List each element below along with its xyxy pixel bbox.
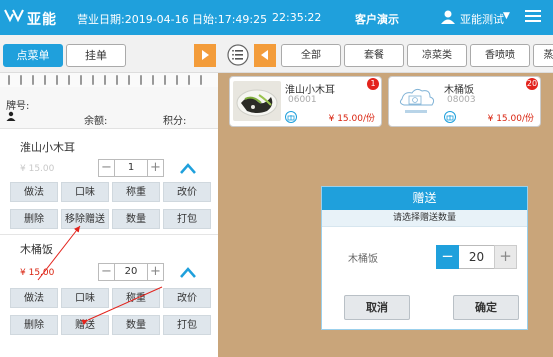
quantity-button[interactable]: 数量	[112, 315, 160, 335]
category-steamed[interactable]: 蒸	[533, 44, 553, 67]
chevron-up-icon[interactable]	[178, 162, 198, 176]
tab-order[interactable]: 点菜单	[3, 44, 63, 67]
category-cold-dish[interactable]: 凉菜类	[407, 44, 467, 67]
pack-button[interactable]: 打包	[163, 209, 211, 229]
logo-icon	[4, 9, 24, 23]
order-panel: 点菜单 挂单 牌号: 余额: 积分: 淮山小木耳 ¥ 15.00 − 1 + 做…	[0, 35, 218, 357]
product-card[interactable]: 木桶饭 08003 ¥ 15.00/份 20	[388, 76, 541, 127]
quantity-badge: 20	[526, 78, 538, 90]
delete-button[interactable]: 删除	[10, 315, 58, 335]
product-card[interactable]: 淮山小木耳 06001 ¥ 15.00/份 1	[229, 76, 382, 127]
decrease-button[interactable]: −	[99, 264, 115, 280]
category-fragrant[interactable]: 香喷喷	[470, 44, 530, 67]
decrease-button[interactable]: −	[99, 160, 115, 176]
product-code: 06001	[288, 95, 317, 105]
product-code: 08003	[447, 95, 476, 105]
product-price: ¥ 15.00/份	[328, 114, 375, 124]
product-name: 淮山小木耳	[285, 85, 335, 96]
chevron-up-icon[interactable]	[178, 266, 198, 280]
dish-image	[233, 81, 281, 121]
quantity-badge: 1	[367, 78, 379, 90]
dialog-decrease-button[interactable]: −	[436, 245, 459, 269]
quantity-button[interactable]: 数量	[112, 209, 160, 229]
order-item-price: ¥ 15.00	[20, 268, 55, 278]
business-date: 营业日期:2019-04-16	[77, 13, 189, 26]
top-bar: 亚能 营业日期:2019-04-16 日始:17:49:25 22:35:22 …	[0, 0, 553, 35]
dialog-title: 赠送	[322, 187, 527, 210]
tab-hold[interactable]: 挂单	[66, 44, 126, 67]
menu-icon[interactable]	[525, 9, 541, 23]
balance-label: 余额:	[84, 116, 108, 127]
item-divider	[0, 234, 218, 235]
category-all[interactable]: 全部	[281, 44, 341, 67]
quantity-stepper: − 1 +	[98, 159, 164, 177]
dialog-item-name: 木桶饭	[348, 254, 378, 265]
category-bar: 全部 套餐 凉菜类 香喷喷 蒸	[218, 35, 553, 73]
dialog-subtitle: 请选择赠送数量	[322, 210, 527, 227]
table-number-label: 牌号:	[6, 101, 30, 112]
chevron-down-icon[interactable]: ▼	[503, 11, 510, 21]
dialog-increase-button[interactable]: +	[494, 245, 517, 269]
product-name: 木桶饭	[444, 85, 474, 96]
order-item-name[interactable]: 木桶饭	[20, 241, 53, 257]
cancel-button[interactable]: 取消	[344, 295, 410, 320]
weigh-button[interactable]: 称重	[112, 182, 160, 202]
order-item-price: ¥ 15.00	[20, 164, 55, 174]
quantity-value[interactable]: 20	[116, 264, 146, 280]
delete-button[interactable]: 删除	[10, 209, 58, 229]
user-name[interactable]: 亚能测试	[460, 11, 504, 27]
confirm-button[interactable]: 确定	[453, 295, 519, 320]
notebook-spiral	[0, 73, 218, 87]
gift-icon	[285, 111, 297, 123]
change-price-button[interactable]: 改价	[163, 288, 211, 308]
next-arrow-icon[interactable]	[194, 44, 216, 67]
dialog-quantity-value[interactable]: 20	[459, 245, 494, 269]
flavor-button[interactable]: 口味	[61, 288, 109, 308]
category-set-meal[interactable]: 套餐	[344, 44, 404, 67]
method-button[interactable]: 做法	[10, 288, 58, 308]
prev-arrow-icon[interactable]	[254, 44, 276, 67]
order-item-name[interactable]: 淮山小木耳	[20, 139, 75, 155]
user-icon[interactable]	[440, 9, 456, 25]
weigh-button[interactable]: 称重	[112, 288, 160, 308]
gift-icon	[444, 111, 456, 123]
pack-button[interactable]: 打包	[163, 315, 211, 335]
day-start-time: 日始:17:49:25	[192, 13, 268, 26]
quantity-value[interactable]: 1	[116, 160, 146, 176]
remove-gift-button[interactable]: 移除赠送	[61, 209, 109, 229]
flavor-button[interactable]: 口味	[61, 182, 109, 202]
method-button[interactable]: 做法	[10, 182, 58, 202]
increase-button[interactable]: +	[147, 264, 163, 280]
order-info: 牌号: 余额: 积分:	[0, 87, 218, 129]
client-name: 客户演示	[355, 13, 399, 26]
brand-name: 亚能	[27, 12, 57, 28]
order-tab-bar: 点菜单 挂单	[0, 35, 218, 73]
current-time: 22:35:22	[272, 11, 322, 24]
gift-dialog: 赠送 请选择赠送数量 木桶饭 − 20 + 取消 确定	[321, 186, 528, 330]
person-icon	[6, 111, 16, 121]
gift-button[interactable]: 赠送	[61, 315, 109, 335]
increase-button[interactable]: +	[147, 160, 163, 176]
placeholder-image	[392, 81, 440, 121]
quantity-stepper: − 20 +	[98, 263, 164, 281]
change-price-button[interactable]: 改价	[163, 182, 211, 202]
list-icon[interactable]	[227, 44, 249, 66]
product-price: ¥ 15.00/份	[487, 114, 534, 124]
points-label: 积分:	[163, 116, 187, 127]
